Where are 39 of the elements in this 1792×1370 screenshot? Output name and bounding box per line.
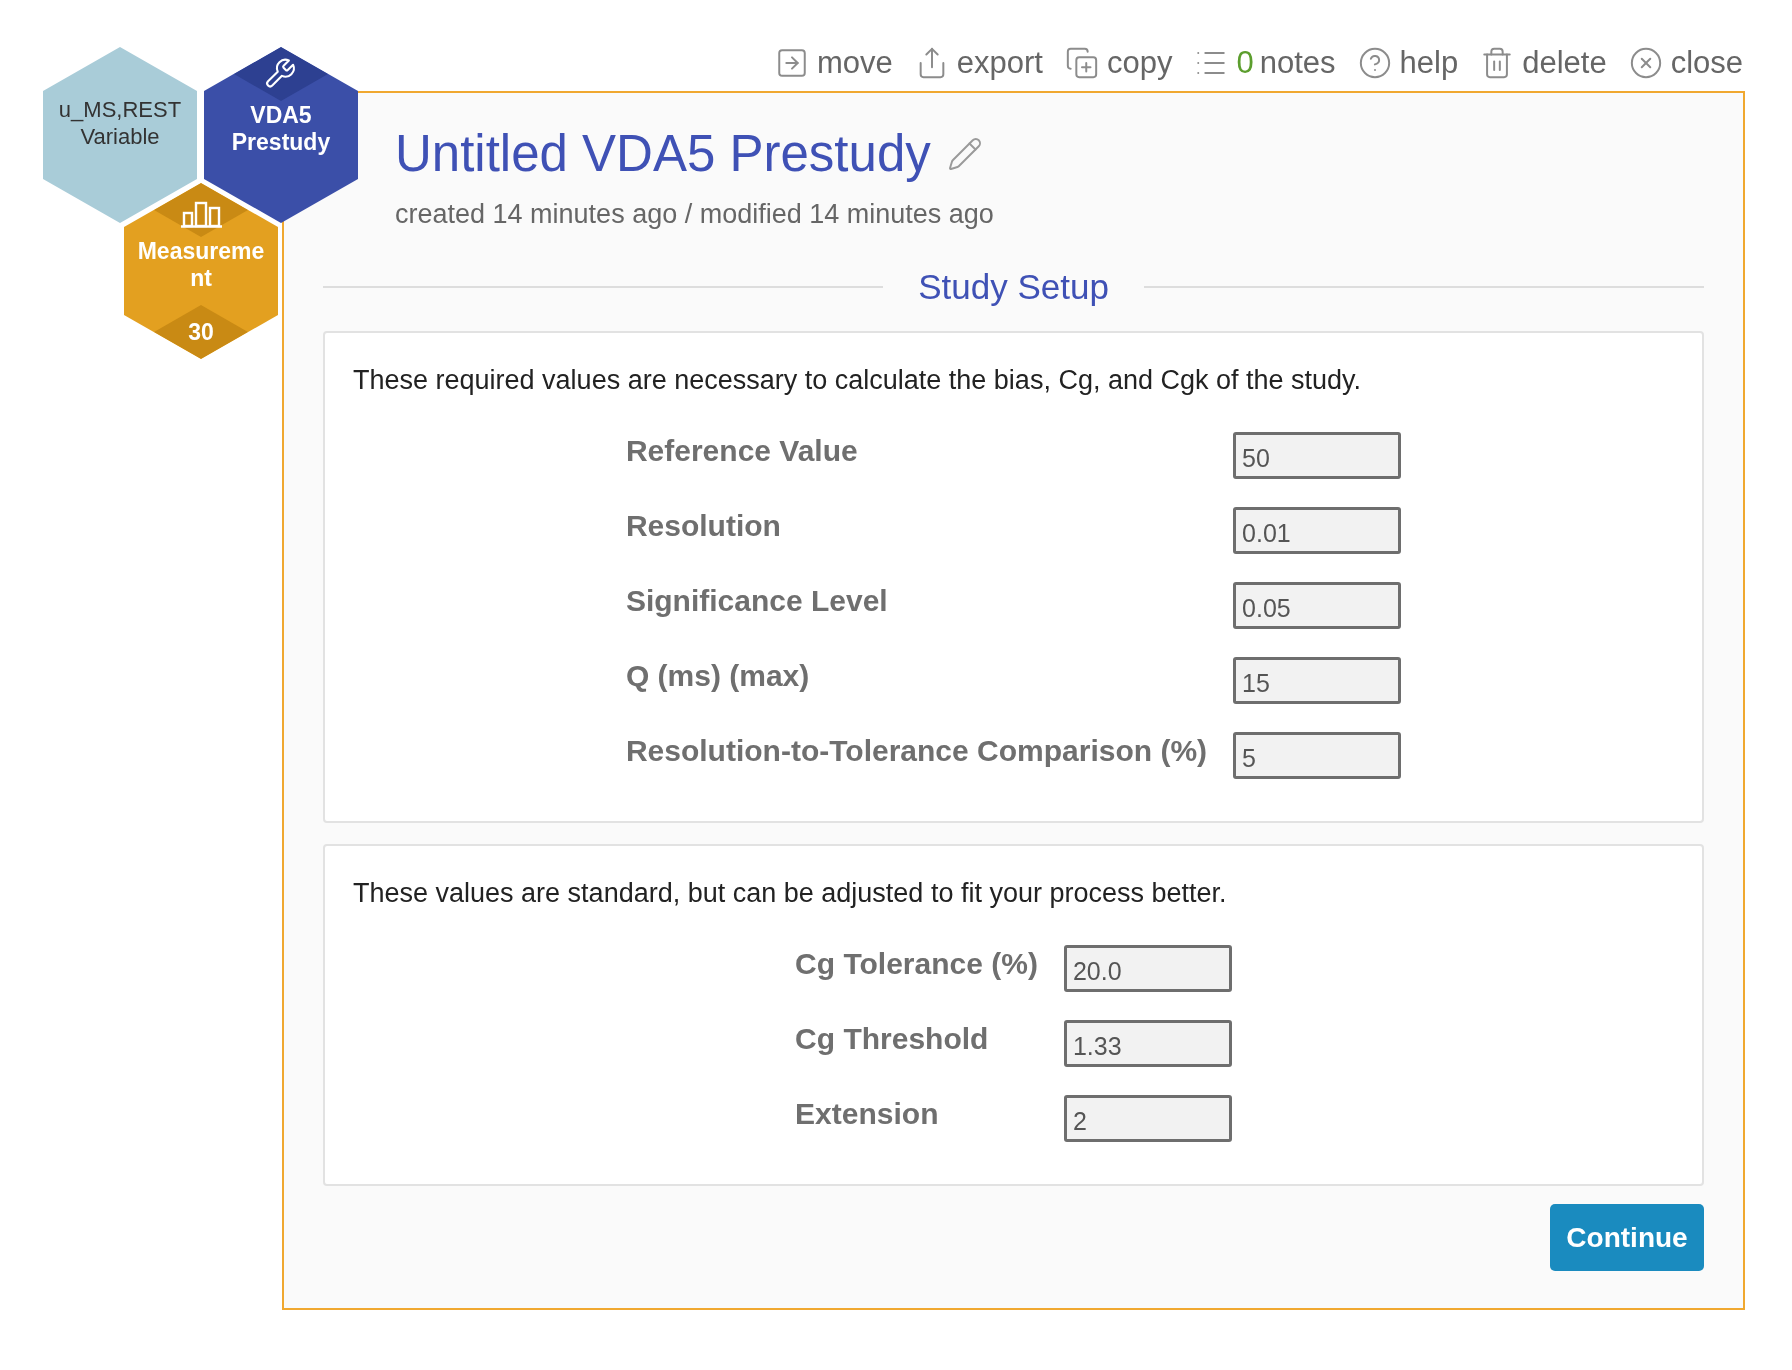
study-title: Untitled VDA5 Prestudy <box>395 124 931 184</box>
wrench-icon <box>234 47 328 101</box>
copy-icon[interactable] <box>1064 46 1099 80</box>
field-label: Extension <box>795 1096 940 1132</box>
value-field[interactable]: 5 <box>1233 732 1402 779</box>
hex-tile[interactable]: u_MS,REST Variable <box>43 47 197 223</box>
field-label: Cg Threshold <box>795 1021 990 1057</box>
value-field[interactable]: 2 <box>1063 1095 1232 1142</box>
timestamps-text: created 14 minutes ago / modified 14 minutes ago <box>395 198 995 230</box>
value-field[interactable]: 0.01 <box>1233 507 1402 554</box>
count-badge: 30 <box>154 305 248 359</box>
value-field[interactable]: 20.0 <box>1063 945 1232 992</box>
help-icon[interactable] <box>1357 46 1392 80</box>
notes-count: 0 <box>1236 44 1254 82</box>
toolbar-button[interactable]: export <box>914 43 1043 83</box>
field-label: Resolution-to-Tolerance Comparison (%) <box>625 733 1208 769</box>
section-title: Study Setup <box>918 266 1109 308</box>
value-field[interactable]: 0.05 <box>1233 582 1402 629</box>
pencil-icon[interactable] <box>946 135 983 172</box>
value-field[interactable]: 15 <box>1233 657 1402 704</box>
field-label: Reference Value <box>625 433 859 469</box>
toolbar-button[interactable]: close <box>1628 43 1743 83</box>
bar-chart-icon <box>154 183 248 237</box>
intro-text: These values are standard, but can be adjusted to fit your process better. <box>353 878 1228 909</box>
continue-button[interactable]: Continue <box>1550 1204 1704 1271</box>
intro-text: These required values are necessary to calculate the bias, Cg, and Cgk of the study. <box>353 365 1363 396</box>
field-label: Q (ms) (max) <box>625 658 811 694</box>
toolbar-button[interactable]: move <box>775 43 893 83</box>
field-label: Cg Tolerance (%) <box>795 946 1038 982</box>
close-icon[interactable] <box>1628 46 1663 80</box>
hex-tile[interactable]: VDA5 Prestudy <box>204 47 358 223</box>
toolbar-button[interactable]: help <box>1357 43 1459 83</box>
toolbar-button[interactable]: copy <box>1064 43 1173 83</box>
field-label: Significance Level <box>625 583 889 619</box>
toolbar-button[interactable]: delete <box>1480 43 1607 83</box>
field-label: Resolution <box>625 508 782 544</box>
toolbar-button[interactable]: 0 notes <box>1194 43 1336 83</box>
value-field[interactable]: 50 <box>1233 432 1402 479</box>
value-field[interactable]: 1.33 <box>1063 1020 1232 1067</box>
